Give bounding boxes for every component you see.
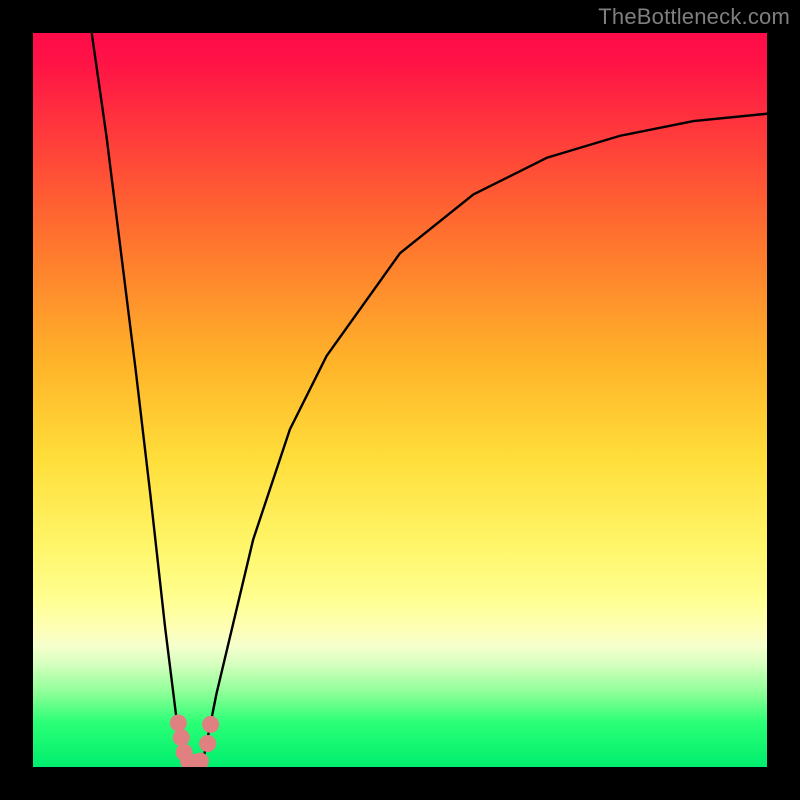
watermark-text: TheBottleneck.com bbox=[598, 4, 790, 30]
bottleneck-curve bbox=[92, 33, 767, 767]
curve-markers bbox=[170, 714, 219, 767]
series-right-branch bbox=[194, 114, 767, 767]
plot-area bbox=[33, 33, 767, 767]
marker-dot bbox=[173, 729, 190, 746]
chart-frame: TheBottleneck.com bbox=[0, 0, 800, 800]
marker-dot bbox=[202, 716, 219, 733]
series-left-branch bbox=[92, 33, 195, 767]
marker-dot bbox=[199, 735, 216, 752]
marker-dot bbox=[170, 714, 187, 731]
curve-layer bbox=[33, 33, 767, 767]
